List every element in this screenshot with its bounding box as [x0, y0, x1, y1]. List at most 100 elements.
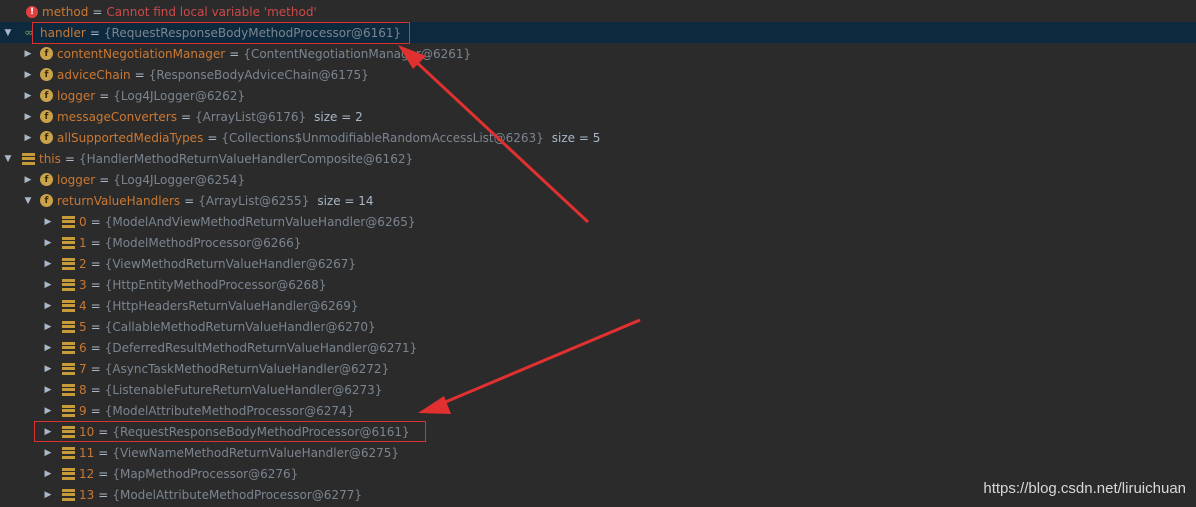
tree-row-this[interactable]: ▼ this = {HandlerMethodReturnValueHandle… — [0, 148, 1196, 169]
item-index: 12 — [79, 466, 95, 481]
var-value: {CallableMethodReturnValueHandler@6270} — [104, 319, 376, 334]
var-value: {Log4JLogger@6262} — [113, 88, 246, 103]
field-icon: f — [40, 173, 53, 186]
expand-triangle-icon[interactable]: ▼ — [2, 28, 14, 38]
list-icon — [62, 257, 75, 270]
expand-triangle-icon[interactable]: ▶ — [42, 406, 54, 416]
error-icon: ! — [26, 5, 38, 18]
expand-triangle-icon[interactable]: ▶ — [42, 259, 54, 269]
list-item[interactable]: ▶ 11 = {ViewNameMethodReturnValueHandler… — [0, 442, 1196, 463]
list-icon — [62, 341, 75, 354]
expand-triangle-icon[interactable]: ▶ — [42, 322, 54, 332]
expand-triangle-icon[interactable]: ▶ — [42, 385, 54, 395]
tree-row-field[interactable]: ▶ f adviceChain = {ResponseBodyAdviceCha… — [0, 64, 1196, 85]
equals: = — [98, 466, 109, 481]
item-index: 0 — [79, 214, 87, 229]
equals: = — [90, 403, 101, 418]
var-value: {ModelAndViewMethodReturnValueHandler@62… — [104, 214, 416, 229]
var-value: {ArrayList@6176} — [195, 109, 307, 124]
var-value: {ListenableFutureReturnValueHandler@6273… — [104, 382, 383, 397]
tree-row-field[interactable]: ▶ f contentNegotiationManager = {Content… — [0, 43, 1196, 64]
expand-triangle-icon[interactable]: ▶ — [42, 364, 54, 374]
equals: = — [90, 361, 101, 376]
equals: = — [90, 298, 101, 313]
var-value: {ArrayList@6255} — [198, 193, 310, 208]
equals: = — [90, 235, 101, 250]
var-value: {ResponseBodyAdviceChain@6175} — [148, 67, 369, 82]
item-index: 13 — [79, 487, 95, 502]
item-index: 1 — [79, 235, 87, 250]
list-item[interactable]: ▶ 0 = {ModelAndViewMethodReturnValueHand… — [0, 211, 1196, 232]
expand-triangle-icon[interactable]: ▼ — [2, 154, 14, 164]
list-item[interactable]: ▶ 1 = {ModelMethodProcessor@6266} — [0, 232, 1196, 253]
tree-row-field[interactable]: ▶ f logger = {Log4JLogger@6262} — [0, 85, 1196, 106]
list-item[interactable]: ▶ 4 = {HttpHeadersReturnValueHandler@626… — [0, 295, 1196, 316]
var-value: {ViewMethodReturnValueHandler@6267} — [104, 256, 357, 271]
item-index: 6 — [79, 340, 87, 355]
highlight-box-item-10 — [34, 421, 426, 442]
var-name: allSupportedMediaTypes — [57, 130, 204, 145]
var-value: {HttpHeadersReturnValueHandler@6269} — [104, 298, 359, 313]
item-index: 9 — [79, 403, 87, 418]
expand-triangle-icon[interactable]: ▶ — [42, 280, 54, 290]
equals: = — [90, 256, 101, 271]
item-index: 11 — [79, 445, 95, 460]
list-item[interactable]: ▶ 7 = {AsyncTaskMethodReturnValueHandler… — [0, 358, 1196, 379]
var-value: {ModelAttributeMethodProcessor@6274} — [104, 403, 355, 418]
equals: = — [64, 151, 75, 166]
item-index: 4 — [79, 298, 87, 313]
tree-row-field[interactable]: ▶ f messageConverters = {ArrayList@6176}… — [0, 106, 1196, 127]
tree-row-field[interactable]: ▶ f allSupportedMediaTypes = {Collection… — [0, 127, 1196, 148]
list-icon — [62, 320, 75, 333]
list-icon — [62, 362, 75, 375]
equals: = — [99, 88, 110, 103]
list-icon — [62, 215, 75, 228]
expand-triangle-icon[interactable]: ▼ — [22, 196, 34, 206]
expand-triangle-icon[interactable]: ▶ — [42, 238, 54, 248]
var-name: messageConverters — [57, 109, 177, 124]
expand-triangle-icon[interactable]: ▶ — [42, 448, 54, 458]
list-item[interactable]: ▶ 6 = {DeferredResultMethodReturnValueHa… — [0, 337, 1196, 358]
expand-triangle-icon[interactable]: ▶ — [22, 70, 34, 80]
watermark: https://blog.csdn.net/liruichuan — [983, 480, 1186, 497]
var-name: adviceChain — [57, 67, 131, 82]
equals: = — [98, 445, 109, 460]
expand-triangle-icon[interactable]: ▶ — [22, 112, 34, 122]
list-item[interactable]: ▶ 2 = {ViewMethodReturnValueHandler@6267… — [0, 253, 1196, 274]
expand-triangle-icon[interactable]: ▶ — [42, 343, 54, 353]
var-value: {ModelAttributeMethodProcessor@6277} — [112, 487, 362, 502]
list-icon — [62, 299, 75, 312]
expand-triangle-icon[interactable]: ▶ — [42, 490, 54, 500]
var-name: this — [39, 151, 61, 166]
expand-triangle-icon[interactable]: ▶ — [42, 469, 54, 479]
var-value: {ViewNameMethodReturnValueHandler@6275} — [112, 445, 400, 460]
size-label: size = 5 — [551, 130, 601, 145]
list-item[interactable]: ▶ 8 = {ListenableFutureReturnValueHandle… — [0, 379, 1196, 400]
tree-row-field[interactable]: ▼ f returnValueHandlers = {ArrayList@625… — [0, 190, 1196, 211]
expand-triangle-icon[interactable]: ▶ — [22, 91, 34, 101]
var-value: {Log4JLogger@6254} — [113, 172, 246, 187]
expand-triangle-icon[interactable]: ▶ — [42, 301, 54, 311]
tree-row-method[interactable]: ! method = Cannot find local variable 'm… — [0, 1, 1196, 22]
list-icon — [62, 404, 75, 417]
tree-row-field[interactable]: ▶ f logger = {Log4JLogger@6254} — [0, 169, 1196, 190]
expand-triangle-icon[interactable]: ▶ — [22, 49, 34, 59]
equals: = — [207, 130, 218, 145]
list-icon — [62, 446, 75, 459]
equals: = — [90, 277, 101, 292]
item-index: 2 — [79, 256, 87, 271]
equals: = — [90, 214, 101, 229]
list-icon — [62, 467, 75, 480]
var-name: logger — [57, 172, 96, 187]
list-item[interactable]: ▶ 5 = {CallableMethodReturnValueHandler@… — [0, 316, 1196, 337]
var-value: {MapMethodProcessor@6276} — [112, 466, 299, 481]
equals: = — [134, 67, 145, 82]
size-label: size = 2 — [314, 109, 363, 124]
expand-triangle-icon[interactable]: ▶ — [22, 175, 34, 185]
list-item[interactable]: ▶ 3 = {HttpEntityMethodProcessor@6268} — [0, 274, 1196, 295]
expand-triangle-icon[interactable]: ▶ — [22, 133, 34, 143]
highlight-box-handler — [32, 22, 410, 44]
var-value: Cannot find local variable 'method' — [106, 4, 317, 19]
list-item[interactable]: ▶ 9 = {ModelAttributeMethodProcessor@627… — [0, 400, 1196, 421]
expand-triangle-icon[interactable]: ▶ — [42, 217, 54, 227]
